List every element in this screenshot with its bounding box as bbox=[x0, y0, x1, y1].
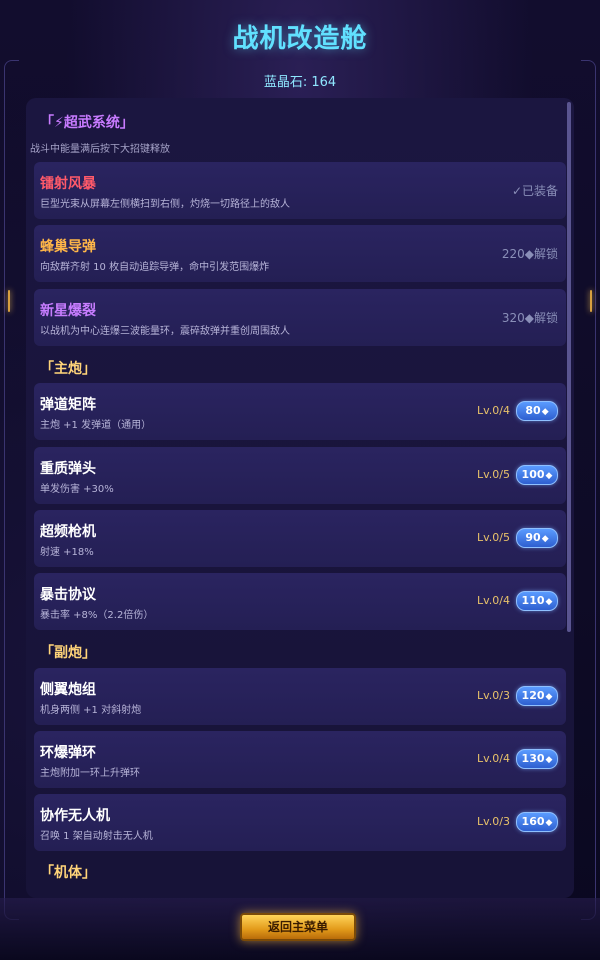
item-desc: 单发伤害 +30% bbox=[40, 484, 114, 495]
item-level: Lv.0/5 bbox=[477, 468, 510, 481]
main-item-warhead[interactable]: 重质弹头 单发伤害 +30% Lv.0/5 100◆ bbox=[34, 447, 566, 504]
item-desc: 暴击率 +8%（2.2倍伤） bbox=[40, 610, 154, 621]
upgrade-cost-button[interactable]: 110◆ bbox=[516, 591, 558, 611]
item-desc: 主炮 +1 发弹道（通用） bbox=[40, 420, 152, 431]
gem-icon: ◆ bbox=[545, 597, 553, 607]
gem-counter: 蓝晶石: 164 bbox=[263, 75, 337, 90]
upgrade-cost-button[interactable]: 160◆ bbox=[516, 812, 558, 832]
main-item-matrix[interactable]: 弹道矩阵 主炮 +1 发弹道（通用） Lv.0/4 80◆ bbox=[34, 383, 566, 440]
cost-value: 80 bbox=[525, 404, 541, 417]
item-desc: 主炮附加一环上升弹环 bbox=[40, 768, 140, 779]
main-item-crit[interactable]: 暴击协议 暴击率 +8%（2.2倍伤） Lv.0/4 110◆ bbox=[34, 573, 566, 630]
item-desc: 向敌群齐射 10 枚自动追踪导弹，命中引发范围爆炸 bbox=[40, 262, 270, 273]
item-name: 协作无人机 bbox=[40, 808, 110, 824]
item-name: 环爆弹环 bbox=[40, 745, 96, 761]
unlock-button[interactable]: 320◆解锁 bbox=[502, 309, 558, 326]
item-name: 新星爆裂 bbox=[40, 303, 96, 319]
cost-value: 90 bbox=[525, 531, 541, 544]
item-desc: 机身两侧 +1 对斜射炮 bbox=[40, 705, 142, 716]
item-level: Lv.0/5 bbox=[477, 531, 510, 544]
upgrade-cost-button[interactable]: 90◆ bbox=[516, 528, 558, 548]
cost-value: 130 bbox=[521, 752, 545, 765]
gem-icon: ◆ bbox=[545, 692, 553, 702]
cost-value: 110 bbox=[521, 594, 545, 607]
section-title-body: 「机体」 bbox=[40, 865, 96, 881]
section-title-sub: 「副炮」 bbox=[40, 645, 96, 661]
gem-icon: ◆ bbox=[545, 755, 553, 765]
item-level: Lv.0/4 bbox=[477, 752, 510, 765]
unlock-button[interactable]: 220◆解锁 bbox=[502, 245, 558, 262]
scrollbar[interactable] bbox=[567, 102, 571, 632]
cost-value: 160 bbox=[521, 815, 545, 828]
sub-item-drone[interactable]: 协作无人机 召唤 1 架自动射击无人机 Lv.0/3 160◆ bbox=[34, 794, 566, 851]
gem-icon: ◆ bbox=[541, 534, 549, 544]
left-light bbox=[8, 290, 10, 312]
right-frame bbox=[581, 60, 596, 920]
super-item-missile[interactable]: 蜂巢导弹 向敌群齐射 10 枚自动追踪导弹，命中引发范围爆炸 220◆解锁 bbox=[34, 225, 566, 282]
item-desc: 召唤 1 架自动射击无人机 bbox=[40, 831, 153, 842]
gem-icon: ◆ bbox=[541, 407, 549, 417]
item-name: 暴击协议 bbox=[40, 587, 96, 603]
item-name: 镭射风暴 bbox=[40, 176, 96, 192]
item-name: 重质弹头 bbox=[40, 461, 96, 477]
item-desc: 射速 +18% bbox=[40, 547, 94, 558]
section-title-main: 「主炮」 bbox=[40, 361, 96, 377]
upgrade-panel[interactable]: 「⚡超武系统」 战斗中能量满后按下大招键释放 镭射风暴 巨型光束从屏幕左侧横扫到… bbox=[26, 98, 574, 898]
page-title: 战机改造舱 bbox=[232, 24, 368, 54]
item-desc: 以战机为中心连爆三波能量环，震碎敌弹并重创周围敌人 bbox=[40, 326, 290, 337]
gem-icon: ◆ bbox=[545, 818, 553, 828]
item-level: Lv.0/4 bbox=[477, 594, 510, 607]
gem-icon: ◆ bbox=[545, 471, 553, 481]
sub-item-ring[interactable]: 环爆弹环 主炮附加一环上升弹环 Lv.0/4 130◆ bbox=[34, 731, 566, 788]
main-item-overclock[interactable]: 超频枪机 射速 +18% Lv.0/5 90◆ bbox=[34, 510, 566, 567]
section-title-super: 「⚡超武系统」 bbox=[40, 115, 134, 131]
super-item-laser[interactable]: 镭射风暴 巨型光束从屏幕左侧横扫到右侧，灼烧一切路径上的敌人 ✓已装备 bbox=[34, 162, 566, 219]
item-name: 蜂巢导弹 bbox=[40, 239, 96, 255]
left-frame bbox=[4, 60, 19, 920]
item-name: 超频枪机 bbox=[40, 524, 96, 540]
upgrade-cost-button[interactable]: 80◆ bbox=[516, 401, 558, 421]
super-item-nova[interactable]: 新星爆裂 以战机为中心连爆三波能量环，震碎敌弹并重创周围敌人 320◆解锁 bbox=[34, 289, 566, 346]
sub-item-flank[interactable]: 侧翼炮组 机身两侧 +1 对斜射炮 Lv.0/3 120◆ bbox=[34, 668, 566, 725]
cost-value: 120 bbox=[521, 689, 545, 702]
upgrade-cost-button[interactable]: 130◆ bbox=[516, 749, 558, 769]
item-level: Lv.0/3 bbox=[477, 815, 510, 828]
upgrade-cost-button[interactable]: 120◆ bbox=[516, 686, 558, 706]
section-subtitle-super: 战斗中能量满后按下大招键释放 bbox=[30, 144, 170, 155]
right-light bbox=[590, 290, 592, 312]
item-name: 侧翼炮组 bbox=[40, 682, 96, 698]
item-name: 弹道矩阵 bbox=[40, 397, 96, 413]
cost-value: 100 bbox=[521, 468, 545, 481]
upgrade-cost-button[interactable]: 100◆ bbox=[516, 465, 558, 485]
item-level: Lv.0/4 bbox=[477, 404, 510, 417]
item-desc: 巨型光束从屏幕左侧横扫到右侧，灼烧一切路径上的敌人 bbox=[40, 199, 290, 210]
back-to-menu-button[interactable]: 返回主菜单 bbox=[240, 913, 356, 941]
item-level: Lv.0/3 bbox=[477, 689, 510, 702]
item-state: ✓已装备 bbox=[511, 184, 558, 198]
